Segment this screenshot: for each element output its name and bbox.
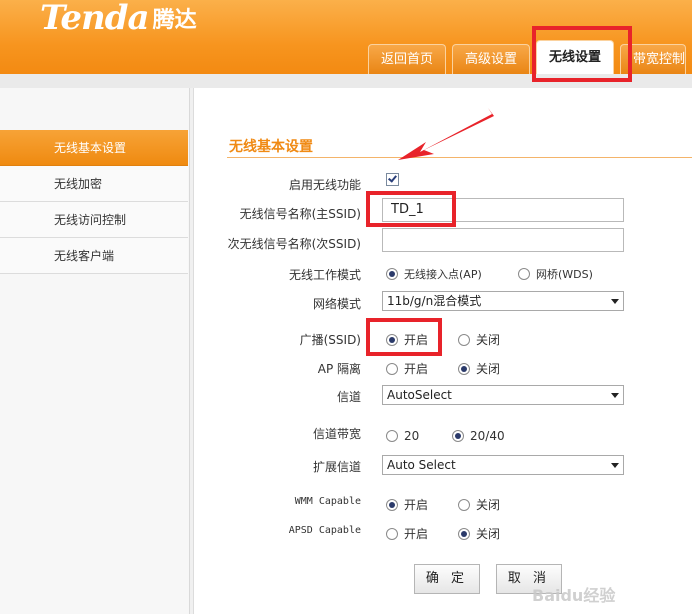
radio-isolation-on[interactable]	[386, 362, 398, 375]
bandwidth-20[interactable]: 20	[386, 429, 419, 443]
radio-isolation-on-label[interactable]: 开启	[404, 360, 428, 377]
radio-ap[interactable]	[386, 268, 398, 280]
radio-apsd-on[interactable]	[386, 527, 398, 540]
broadcast-off[interactable]: 关闭	[458, 331, 500, 348]
radio-wmm-off-label[interactable]: 关闭	[476, 496, 500, 513]
watermark: Baidu经验	[532, 586, 616, 605]
network-mode-value: 11b/g/n混合模式	[387, 294, 482, 308]
ext-channel-value: Auto Select	[387, 458, 456, 472]
radio-broadcast-on[interactable]	[386, 333, 398, 346]
radio-bw-20-label[interactable]: 20	[404, 429, 419, 443]
radio-wmm-off[interactable]	[458, 498, 470, 511]
bandwidth-20-40[interactable]: 20/40	[452, 429, 505, 443]
radio-wds[interactable]	[518, 268, 530, 280]
section-divider	[227, 157, 692, 158]
radio-apsd-off[interactable]	[458, 527, 470, 540]
radio-isolation-off[interactable]	[458, 362, 470, 375]
work-mode-label: 无线工作模式	[288, 268, 361, 282]
ok-button[interactable]: 确 定	[414, 564, 480, 594]
tab-home[interactable]: 返回首页	[368, 44, 447, 74]
sidebar-item-basic[interactable]: 无线基本设置	[0, 130, 188, 166]
apsd-off[interactable]: 关闭	[458, 525, 500, 542]
apsd-on[interactable]: 开启	[386, 525, 428, 542]
ap-isolation-on[interactable]: 开启	[386, 360, 428, 377]
radio-wmm-on-label[interactable]: 开启	[404, 496, 428, 513]
tab-wireless[interactable]: 无线设置	[536, 40, 615, 74]
bandwidth-label: 信道带宽	[312, 427, 361, 441]
wmm-off[interactable]: 关闭	[458, 496, 500, 513]
radio-apsd-off-label[interactable]: 关闭	[476, 525, 500, 542]
ssid-secondary-input[interactable]	[382, 228, 624, 252]
section-title: 无线基本设置	[229, 139, 313, 155]
channel-select[interactable]: AutoSelect	[382, 385, 624, 405]
network-mode-select[interactable]: 11b/g/n混合模式	[382, 291, 624, 311]
dropdown-arrow-icon	[611, 299, 619, 304]
header-bar: Tenda 腾达 返回首页 高级设置 无线设置 带宽控制	[0, 0, 692, 74]
radio-wmm-on[interactable]	[386, 498, 398, 511]
broadcast-on[interactable]: 开启	[386, 331, 428, 348]
radio-ap-label[interactable]: 无线接入点(AP)	[404, 266, 482, 282]
tab-bandwidth[interactable]: 带宽控制	[620, 44, 687, 74]
apsd-label: APSD Capable	[288, 525, 361, 536]
radio-bw-20[interactable]	[386, 430, 398, 442]
wmm-label: WMM Capable	[294, 496, 361, 507]
sidebar-item-encryption[interactable]: 无线加密	[0, 166, 188, 202]
radio-apsd-on-label[interactable]: 开启	[404, 525, 428, 542]
wmm-on[interactable]: 开启	[386, 496, 428, 513]
radio-isolation-off-label[interactable]: 关闭	[476, 360, 500, 377]
tenda-logo: Tenda 腾达	[40, 0, 197, 38]
radio-bw-20-40-label[interactable]: 20/40	[470, 429, 505, 443]
channel-label: 信道	[336, 390, 361, 404]
ext-channel-select[interactable]: Auto Select	[382, 455, 624, 475]
radio-broadcast-on-label[interactable]: 开启	[404, 331, 428, 348]
network-mode-label: 网络模式	[312, 297, 361, 311]
enable-wireless-label: 启用无线功能	[288, 178, 361, 192]
tab-advanced[interactable]: 高级设置	[452, 44, 531, 74]
header-band	[0, 74, 692, 88]
ext-channel-label: 扩展信道	[312, 460, 361, 474]
dropdown-arrow-icon	[611, 463, 619, 468]
work-mode-ap[interactable]: 无线接入点(AP)	[386, 266, 482, 282]
ssid-primary-input[interactable]: TD_1	[382, 198, 624, 222]
radio-broadcast-off[interactable]	[458, 333, 470, 346]
work-mode-wds[interactable]: 网桥(WDS)	[518, 266, 593, 282]
broadcast-label: 广播(SSID)	[299, 333, 361, 347]
dropdown-arrow-icon	[611, 393, 619, 398]
enable-wireless-checkbox[interactable]	[386, 173, 399, 186]
logo-text: Tenda	[40, 0, 150, 38]
radio-broadcast-off-label[interactable]: 关闭	[476, 331, 500, 348]
check-icon	[388, 173, 397, 183]
content-panel	[193, 88, 692, 614]
ap-isolation-off[interactable]: 关闭	[458, 360, 500, 377]
top-tabs: 返回首页 高级设置 无线设置 带宽控制	[368, 38, 687, 74]
radio-wds-label[interactable]: 网桥(WDS)	[536, 266, 593, 282]
ssid-primary-label: 无线信号名称(主SSID)	[239, 207, 361, 221]
ap-isolation-label: AP 隔离	[317, 362, 361, 376]
channel-value: AutoSelect	[387, 388, 452, 402]
sidebar-item-access-control[interactable]: 无线访问控制	[0, 202, 188, 238]
ssid-secondary-label: 次无线信号名称(次SSID)	[227, 237, 361, 251]
radio-bw-20-40[interactable]	[452, 430, 464, 442]
logo-cn: 腾达	[152, 8, 197, 33]
sidebar-item-clients[interactable]: 无线客户端	[0, 238, 188, 274]
